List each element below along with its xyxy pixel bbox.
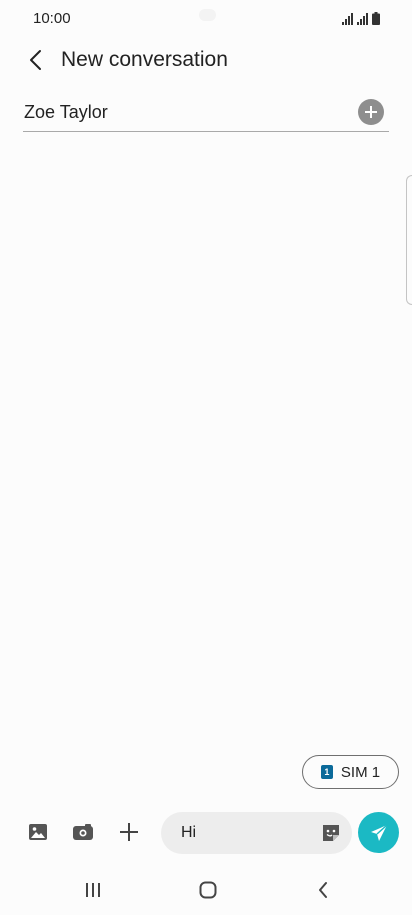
status-bar: 10:00 <box>0 0 412 36</box>
app-header: New conversation <box>0 40 412 80</box>
recipient-field[interactable]: Zoe Taylor <box>23 92 389 132</box>
scroll-handle[interactable] <box>406 175 412 305</box>
sticker-icon <box>323 825 339 841</box>
camera-button[interactable] <box>71 820 95 844</box>
camera-icon <box>73 824 93 840</box>
attach-button[interactable] <box>117 820 141 844</box>
sim-card-icon: 1 <box>320 765 333 779</box>
status-icons <box>342 11 380 25</box>
add-recipient-button[interactable] <box>358 99 384 125</box>
message-composer: Hi <box>0 810 412 856</box>
recipient-name: Zoe Taylor <box>24 102 108 122</box>
send-button[interactable] <box>358 812 399 853</box>
sticker-button[interactable] <box>320 822 342 844</box>
status-time: 10:00 <box>33 10 71 27</box>
recent-apps-icon <box>86 883 100 897</box>
back-icon <box>319 882 327 898</box>
sim-label: SIM 1 <box>340 763 381 781</box>
home-button[interactable] <box>188 876 228 904</box>
page-title: New conversation <box>61 48 228 71</box>
home-icon <box>199 881 217 899</box>
message-input[interactable]: Hi <box>181 824 196 842</box>
signal-icon <box>357 13 368 25</box>
sim-select-button[interactable]: 1 SIM 1 <box>302 755 399 789</box>
send-icon <box>370 823 387 841</box>
message-input-box[interactable]: Hi <box>161 812 352 854</box>
chevron-left-icon <box>30 50 41 70</box>
system-nav-bar <box>0 866 412 915</box>
signal-icon <box>342 13 353 25</box>
image-icon <box>29 824 47 840</box>
recent-apps-button[interactable] <box>73 876 113 904</box>
battery-icon <box>372 12 380 25</box>
camera-notch <box>199 9 216 21</box>
gallery-button[interactable] <box>26 820 50 844</box>
back-button[interactable] <box>20 46 52 74</box>
plus-icon <box>120 823 138 841</box>
plus-circle-icon <box>365 106 377 118</box>
system-back-button[interactable] <box>303 876 343 904</box>
